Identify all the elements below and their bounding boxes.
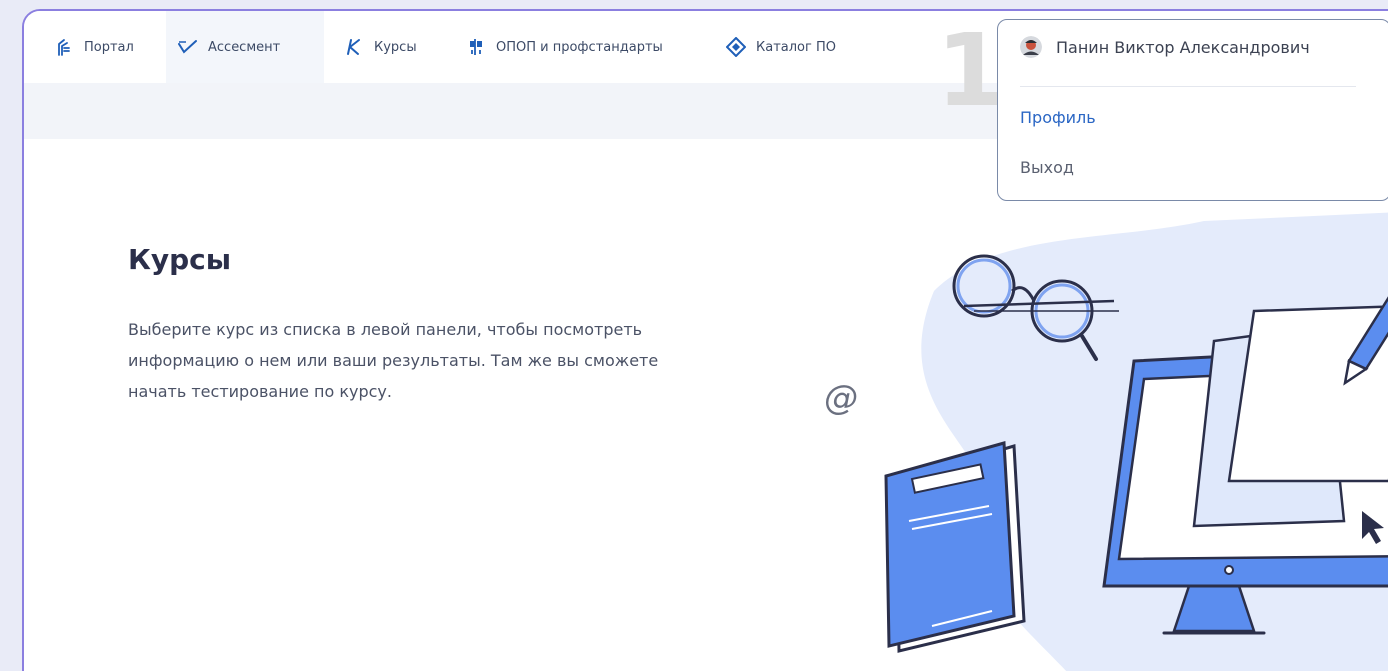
nav-item-portal[interactable]: Портал [42, 11, 146, 83]
page-title: Курсы [128, 243, 232, 276]
nav-label: ОПОП и профстандарты [496, 39, 663, 55]
courses-illustration: @ [824, 212, 1388, 671]
courses-k-icon [344, 37, 364, 57]
page-description: Выберите курс из списка в левой панели, … [128, 314, 788, 407]
standards-icon [466, 37, 486, 57]
description-line: Выберите курс из списка в левой панели, … [128, 320, 643, 339]
nav-label: Портал [84, 39, 134, 55]
catalog-diamond-icon [726, 37, 746, 57]
user-profile-toggle[interactable]: Панин Виктор Александрович [1020, 36, 1310, 58]
description-line: информацию о нем или ваши результаты. Та… [128, 351, 659, 370]
nav-item-courses[interactable]: Курсы [332, 11, 429, 83]
nav-label: Ассесмент [208, 39, 281, 55]
user-name: Панин Виктор Александрович [1056, 37, 1310, 57]
step-marker: 1 [936, 12, 1006, 129]
menu-item-logout[interactable]: Выход [1020, 158, 1074, 177]
book-icon [884, 441, 1026, 653]
nav-item-standards[interactable]: ОПОП и профстандарты [454, 11, 675, 83]
user-avatar-icon [1020, 36, 1042, 58]
assessment-check-icon [178, 37, 198, 57]
user-dropdown-menu: Панин Виктор Александрович Профиль Выход [997, 19, 1388, 201]
nav-item-catalog[interactable]: Каталог ПО [714, 11, 848, 83]
at-symbol: @ [824, 378, 858, 418]
nav-item-assessment[interactable]: Ассесмент [166, 11, 324, 83]
nav-label: Каталог ПО [756, 39, 836, 55]
description-line: начать тестирование по курсу. [128, 382, 392, 401]
nav-label: Курсы [374, 39, 417, 55]
portal-icon [54, 37, 74, 57]
menu-item-profile[interactable]: Профиль [1020, 108, 1096, 127]
menu-divider [1020, 86, 1356, 87]
